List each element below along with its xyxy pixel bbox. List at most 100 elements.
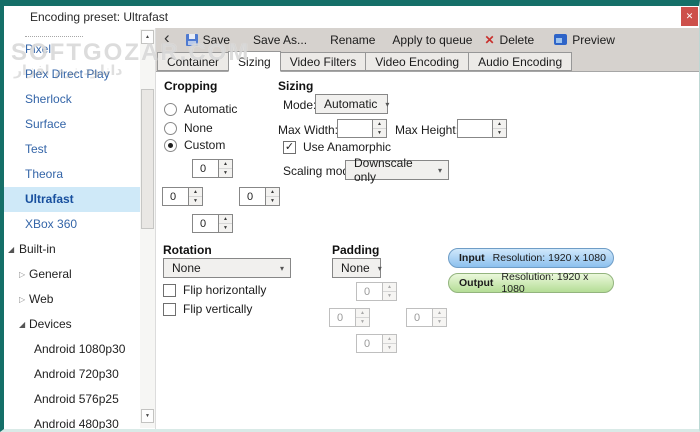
tab-video-filters[interactable]: Video Filters bbox=[280, 52, 366, 71]
sidebar-scrollbar[interactable]: ▲ ▼ bbox=[140, 29, 155, 428]
radio-label: Automatic bbox=[184, 102, 237, 116]
tree-item-label: Devices bbox=[4, 312, 72, 337]
spin-up-icon[interactable]: ▲ bbox=[219, 160, 232, 169]
delete-button[interactable]: ✕ Delete bbox=[484, 33, 534, 47]
checkbox-label: Flip horizontally bbox=[183, 283, 266, 297]
sidebar-item-label: Ultrafast bbox=[25, 192, 74, 206]
crop-left-spinner[interactable]: 0 ▲▼ bbox=[162, 187, 203, 206]
sidebar-item-plex-direct-play[interactable]: Plex Direct Play bbox=[4, 62, 140, 87]
spin-down-icon: ▼ bbox=[383, 344, 396, 352]
spin-down-icon[interactable]: ▼ bbox=[373, 129, 386, 137]
tab-audio-encoding[interactable]: Audio Encoding bbox=[468, 52, 572, 71]
sidebar-item-label: Sherlock bbox=[25, 92, 72, 106]
scrollbar-thumb[interactable] bbox=[141, 89, 154, 229]
spin-up-icon: ▲ bbox=[383, 283, 396, 292]
crop-right-spinner[interactable]: 0 ▲▼ bbox=[239, 187, 280, 206]
tree-item-built-in[interactable]: ◢ Built-in bbox=[4, 237, 140, 262]
tree-expanded-icon[interactable]: ◢ bbox=[19, 312, 25, 337]
pad-top-spinner: 0 ▲▼ bbox=[356, 282, 397, 301]
crop-bottom-value[interactable]: 0 bbox=[192, 214, 219, 233]
scroll-down-icon: ▼ bbox=[145, 413, 150, 419]
crop-left-value[interactable]: 0 bbox=[162, 187, 189, 206]
save-as-button[interactable]: Save As... bbox=[253, 33, 307, 47]
rotation-dropdown[interactable]: None ▾ bbox=[163, 258, 291, 278]
max-width-spinner[interactable]: ▲▼ bbox=[337, 119, 387, 138]
spin-up-icon[interactable]: ▲ bbox=[373, 120, 386, 129]
flip-horizontally-checkbox[interactable]: Flip horizontally bbox=[163, 283, 266, 297]
spin-down-icon[interactable]: ▼ bbox=[189, 197, 202, 205]
input-resolution-badge: Input Resolution: 1920 x 1080 bbox=[448, 248, 614, 268]
flip-vertically-checkbox[interactable]: Flip vertically bbox=[163, 302, 252, 316]
tree-item-devices[interactable]: ◢ Devices bbox=[4, 312, 140, 337]
preset-sidebar: Pixel Plex Direct Play Sherlock Surface … bbox=[4, 28, 156, 429]
tab-sizing[interactable]: Sizing bbox=[228, 51, 281, 72]
save-button[interactable]: Save bbox=[186, 33, 230, 47]
tree-item-android-720p30[interactable]: Android 720p30 bbox=[4, 362, 140, 387]
spin-down-icon[interactable]: ▼ bbox=[219, 224, 232, 232]
scroll-up-button[interactable]: ▲ bbox=[141, 30, 154, 44]
tab-container[interactable]: Container bbox=[157, 52, 229, 71]
spin-up-icon[interactable]: ▲ bbox=[266, 188, 279, 197]
tree-item-label: Android 480p30 bbox=[4, 412, 119, 429]
radio-icon bbox=[164, 103, 177, 116]
input-resolution-value: Resolution: 1920 x 1080 bbox=[493, 252, 606, 264]
scaling-mode-dropdown[interactable]: Downscale only ▾ bbox=[345, 160, 449, 180]
sidebar-item-surface[interactable]: Surface bbox=[4, 112, 140, 137]
max-height-value[interactable] bbox=[457, 119, 493, 138]
max-height-spinner[interactable]: ▲▼ bbox=[457, 119, 507, 138]
tree-item-general[interactable]: ▷ General bbox=[4, 262, 140, 287]
save-icon bbox=[186, 34, 198, 46]
output-label: Output bbox=[459, 277, 493, 289]
crop-custom-radio[interactable]: Custom bbox=[164, 138, 225, 152]
back-button[interactable]: ‹ bbox=[164, 34, 170, 45]
sidebar-item-label: Theora bbox=[25, 167, 63, 181]
padding-dropdown[interactable]: None ▾ bbox=[332, 258, 381, 278]
use-anamorphic-checkbox[interactable]: ✓ Use Anamorphic bbox=[283, 140, 391, 154]
clipped-preset-item[interactable] bbox=[25, 28, 83, 37]
crop-bottom-spinner[interactable]: 0 ▲▼ bbox=[192, 214, 233, 233]
sidebar-item-ultrafast[interactable]: Ultrafast bbox=[4, 187, 140, 212]
sidebar-item-pixel[interactable]: Pixel bbox=[4, 37, 140, 62]
settings-tabstrip: Container Sizing Video Filters Video Enc… bbox=[156, 51, 699, 72]
sidebar-item-xbox-360[interactable]: XBox 360 bbox=[4, 212, 140, 237]
sidebar-item-sherlock[interactable]: Sherlock bbox=[4, 87, 140, 112]
checkbox-checked-icon: ✓ bbox=[283, 141, 296, 154]
scroll-down-button[interactable]: ▼ bbox=[141, 409, 154, 423]
pad-bottom-spinner: 0 ▲▼ bbox=[356, 334, 397, 353]
radio-label: Custom bbox=[184, 138, 225, 152]
tree-item-android-1080p30[interactable]: Android 1080p30 bbox=[4, 337, 140, 362]
tree-expanded-icon[interactable]: ◢ bbox=[8, 237, 14, 262]
sidebar-item-theora[interactable]: Theora bbox=[4, 162, 140, 187]
spin-up-icon[interactable]: ▲ bbox=[219, 215, 232, 224]
spin-up-icon[interactable]: ▲ bbox=[493, 120, 506, 129]
close-button[interactable]: ✕ bbox=[681, 7, 698, 26]
spin-down-icon[interactable]: ▼ bbox=[219, 169, 232, 177]
sidebar-item-test[interactable]: Test bbox=[4, 137, 140, 162]
tab-video-encoding[interactable]: Video Encoding bbox=[365, 52, 469, 71]
preview-button[interactable]: Preview bbox=[554, 33, 615, 47]
tree-item-web[interactable]: ▷ Web bbox=[4, 287, 140, 312]
tree-collapsed-icon[interactable]: ▷ bbox=[19, 262, 25, 287]
spin-up-icon[interactable]: ▲ bbox=[189, 188, 202, 197]
sidebar-item-label: Pixel bbox=[25, 42, 51, 56]
crop-top-value[interactable]: 0 bbox=[192, 159, 219, 178]
padding-value: None bbox=[341, 261, 370, 275]
apply-to-queue-button[interactable]: Apply to queue bbox=[392, 33, 472, 47]
crop-right-value[interactable]: 0 bbox=[239, 187, 266, 206]
back-icon: ‹ bbox=[164, 31, 170, 45]
pad-right-spinner: 0 ▲▼ bbox=[406, 308, 447, 327]
mode-dropdown[interactable]: Automatic ▾ bbox=[315, 94, 388, 114]
tree-item-android-480p30[interactable]: Android 480p30 bbox=[4, 412, 140, 429]
tree-collapsed-icon[interactable]: ▷ bbox=[19, 287, 25, 312]
radio-checked-icon bbox=[164, 139, 177, 152]
spin-down-icon[interactable]: ▼ bbox=[266, 197, 279, 205]
crop-none-radio[interactable]: None bbox=[164, 121, 213, 135]
tree-item-android-576p25[interactable]: Android 576p25 bbox=[4, 387, 140, 412]
chevron-down-icon: ▾ bbox=[280, 264, 284, 273]
crop-top-spinner[interactable]: 0 ▲▼ bbox=[192, 159, 233, 178]
crop-automatic-radio[interactable]: Automatic bbox=[164, 102, 237, 116]
spin-down-icon[interactable]: ▼ bbox=[493, 129, 506, 137]
checkbox-icon bbox=[163, 284, 176, 297]
rename-button[interactable]: Rename bbox=[330, 33, 375, 47]
max-width-value[interactable] bbox=[337, 119, 373, 138]
